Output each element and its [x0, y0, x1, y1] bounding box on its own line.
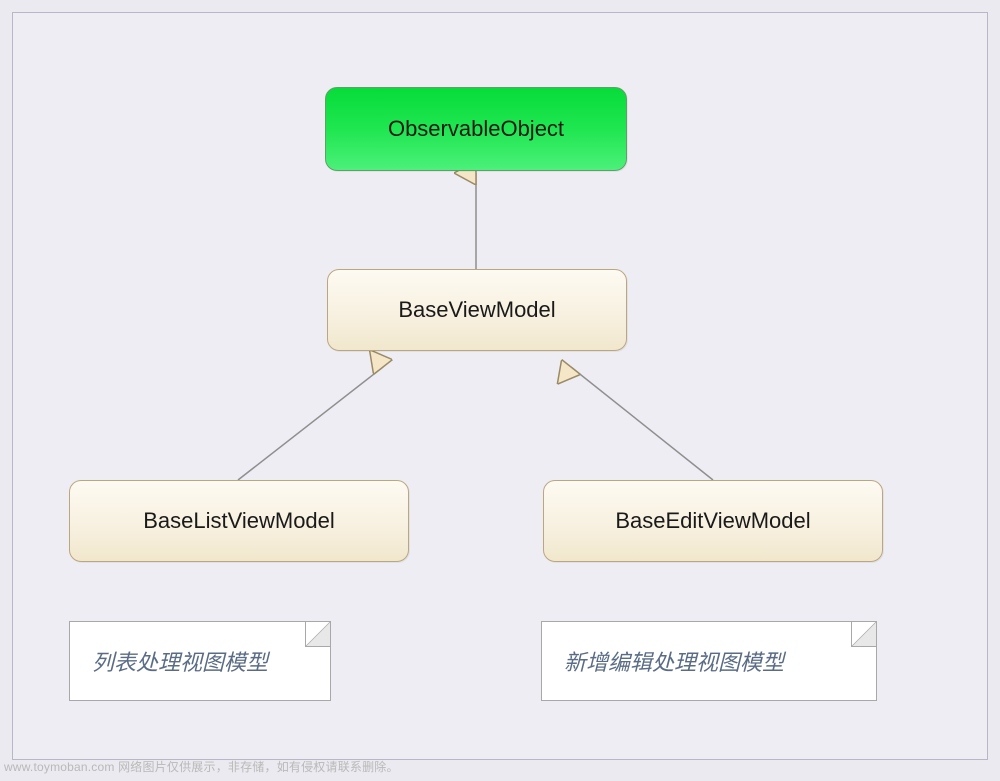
note-list-view-model[interactable]: 列表处理视图模型	[69, 621, 331, 701]
class-node-base-view-model[interactable]: BaseViewModel	[327, 269, 627, 351]
class-label: ObservableObject	[388, 116, 564, 142]
class-node-base-list-view-model[interactable]: BaseListViewModel	[69, 480, 409, 562]
class-node-base-edit-view-model[interactable]: BaseEditViewModel	[543, 480, 883, 562]
class-label: BaseEditViewModel	[615, 508, 810, 534]
note-text: 新增编辑处理视图模型	[564, 645, 784, 677]
note-edit-view-model[interactable]: 新增编辑处理视图模型	[541, 621, 877, 701]
watermark-text: www.toymoban.com 网络图片仅供展示，非存储，如有侵权请联系删除。	[4, 758, 399, 775]
class-label: BaseViewModel	[398, 297, 555, 323]
note-text: 列表处理视图模型	[92, 645, 268, 677]
class-label: BaseListViewModel	[143, 508, 335, 534]
diagram-canvas: ObservableObject BaseViewModel BaseListV…	[12, 12, 988, 760]
class-node-observable-object[interactable]: ObservableObject	[325, 87, 627, 171]
